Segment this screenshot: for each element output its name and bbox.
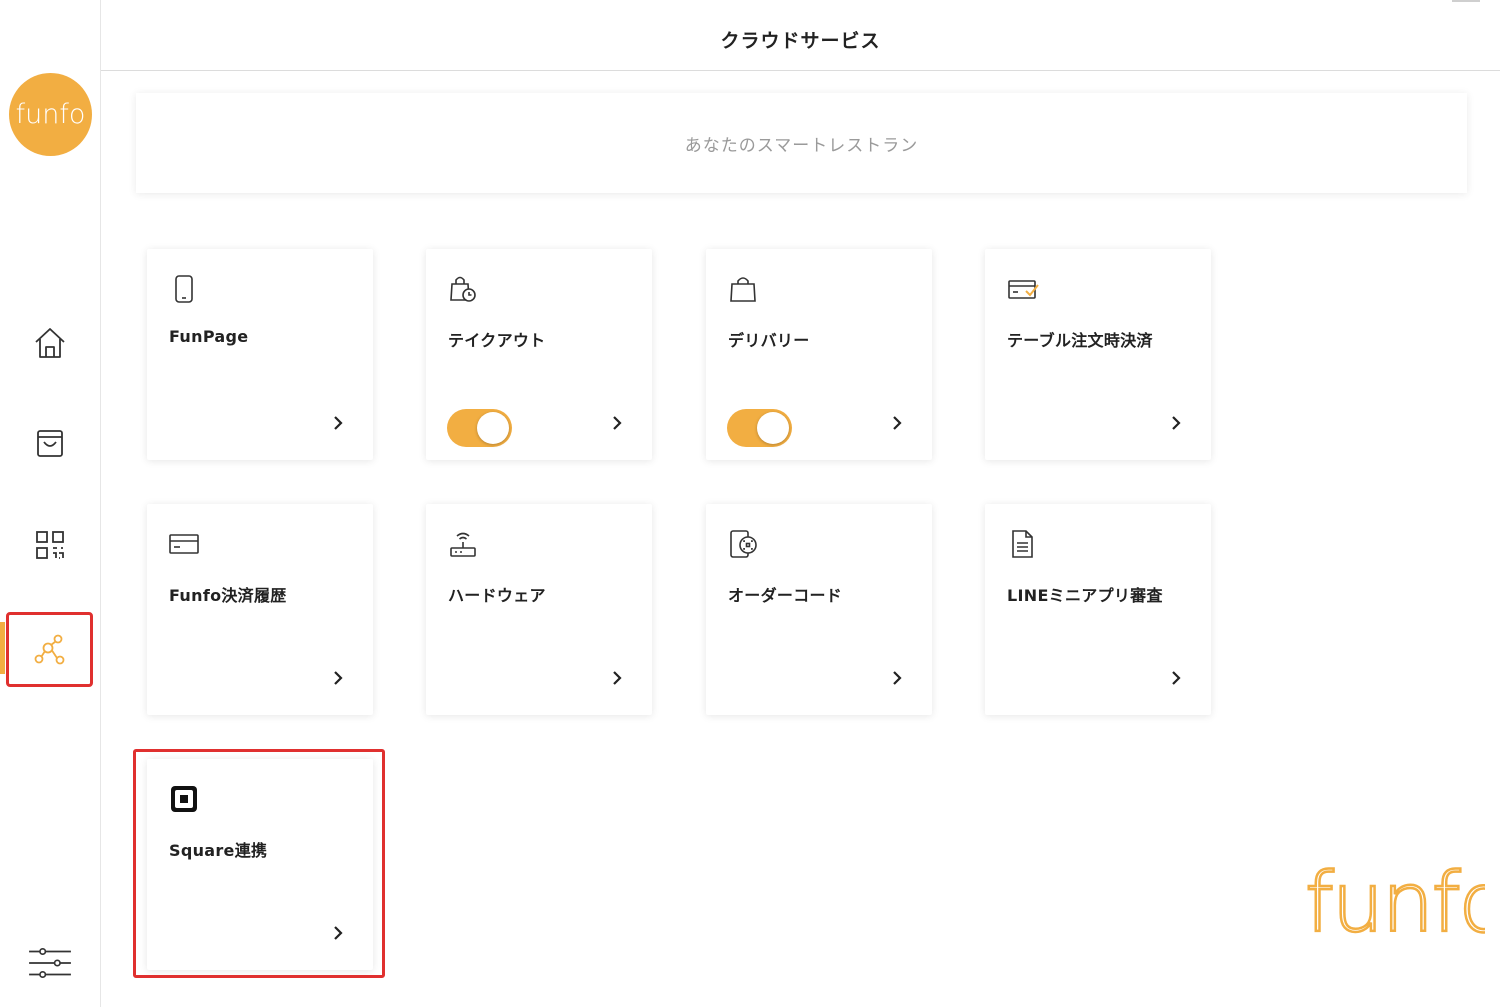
toggle-knob bbox=[757, 412, 789, 444]
highlight-box-square bbox=[133, 749, 385, 978]
smartphone-icon bbox=[169, 274, 199, 304]
card-label: オーダーコード bbox=[728, 586, 843, 605]
active-indicator bbox=[0, 622, 5, 674]
card-label: テイクアウト bbox=[448, 331, 546, 350]
delivery-toggle[interactable] bbox=[727, 409, 792, 447]
banner: あなたのスマートレストラン bbox=[136, 93, 1467, 193]
sidebar-item-settings[interactable] bbox=[20, 933, 80, 993]
page-title: クラウドサービス bbox=[720, 29, 881, 52]
card-delivery[interactable]: デリバリー bbox=[706, 249, 932, 460]
bag-clock-icon bbox=[448, 274, 478, 304]
chevron-right-icon[interactable] bbox=[890, 669, 904, 687]
funfo-brand-logo: funfo bbox=[1305, 855, 1485, 943]
card-label: FunPage bbox=[169, 327, 249, 346]
chevron-right-icon[interactable] bbox=[890, 414, 904, 432]
card-payment-history[interactable]: Funfo決済履歴 bbox=[147, 504, 373, 715]
header-decoration bbox=[1452, 0, 1480, 2]
card-label: ハードウェア bbox=[448, 586, 546, 605]
highlight-box-sidebar bbox=[6, 612, 93, 687]
chevron-right-icon[interactable] bbox=[1169, 414, 1183, 432]
card-check-icon bbox=[1007, 274, 1039, 304]
card-order-code[interactable]: オーダーコード bbox=[706, 504, 932, 715]
qr-code-icon bbox=[36, 531, 64, 559]
sliders-icon bbox=[29, 947, 71, 979]
home-icon bbox=[35, 328, 65, 358]
sidebar-item-home[interactable] bbox=[20, 313, 80, 373]
logo-text: funfo bbox=[15, 99, 86, 130]
card-takeout[interactable]: テイクアウト bbox=[426, 249, 652, 460]
card-label: デリバリー bbox=[728, 331, 810, 350]
chevron-right-icon[interactable] bbox=[610, 669, 624, 687]
card-table-payment[interactable]: テーブル注文時決済 bbox=[985, 249, 1211, 460]
credit-card-icon bbox=[169, 529, 199, 559]
chevron-right-icon[interactable] bbox=[610, 414, 624, 432]
chevron-right-icon[interactable] bbox=[331, 669, 345, 687]
svg-text:funfo: funfo bbox=[1305, 856, 1485, 943]
card-line-mini-app[interactable]: LINEミニアプリ審査 bbox=[985, 504, 1211, 715]
chevron-right-icon[interactable] bbox=[331, 414, 345, 432]
card-label: Funfo決済履歴 bbox=[169, 586, 287, 605]
card-hardware[interactable]: ハードウェア bbox=[426, 504, 652, 715]
document-icon bbox=[1007, 529, 1037, 559]
sidebar-item-orders[interactable] bbox=[20, 413, 80, 473]
shopping-bag-icon bbox=[728, 274, 758, 304]
inbox-icon bbox=[37, 430, 63, 457]
card-label: LINEミニアプリ審査 bbox=[1007, 586, 1163, 605]
funfo-logo[interactable]: funfo bbox=[9, 73, 92, 156]
card-funpage[interactable]: FunPage bbox=[147, 249, 373, 460]
toggle-knob bbox=[477, 412, 509, 444]
takeout-toggle[interactable] bbox=[447, 409, 512, 447]
router-icon bbox=[448, 529, 478, 559]
card-label: テーブル注文時決済 bbox=[1007, 331, 1153, 350]
order-code-icon bbox=[728, 529, 758, 559]
chevron-right-icon[interactable] bbox=[1169, 669, 1183, 687]
sidebar-item-qr[interactable] bbox=[20, 515, 80, 575]
header: クラウドサービス bbox=[101, 0, 1500, 71]
sidebar: funfo bbox=[0, 0, 101, 1007]
banner-text: あなたのスマートレストラン bbox=[684, 135, 919, 156]
